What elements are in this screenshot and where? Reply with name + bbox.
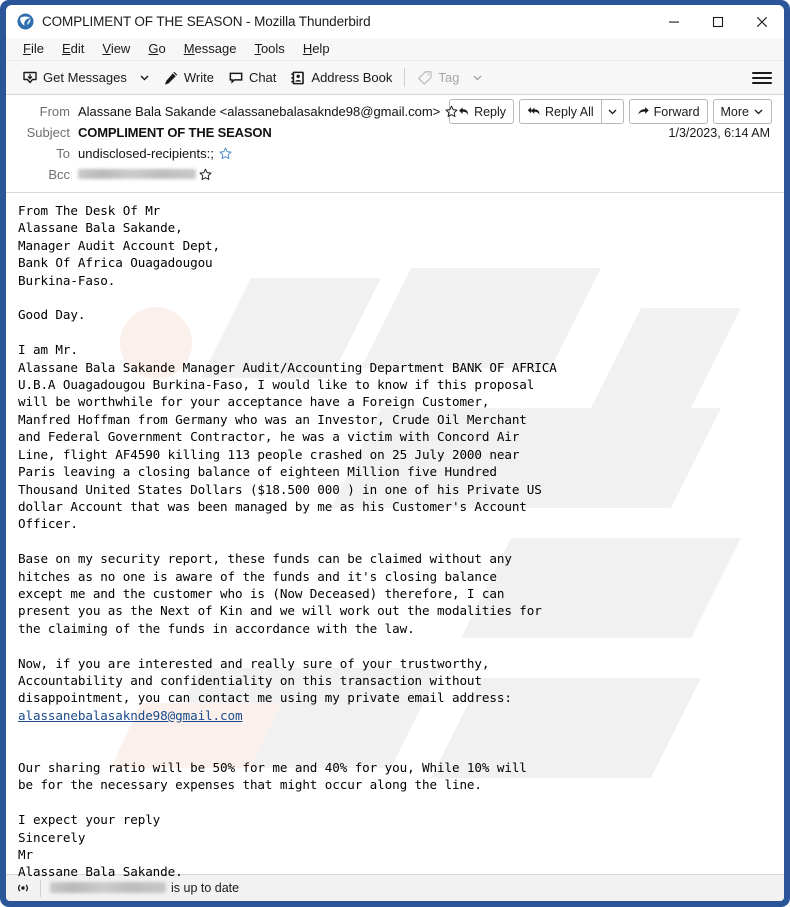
menu-item-file[interactable]: FFileile [14,38,53,60]
tag-icon [417,70,433,86]
header-row-bcc: Bcc [6,164,784,185]
message-body-pane[interactable]: From The Desk Of Mr Alassane Bala Sakand… [6,193,784,896]
from-value[interactable]: Alassane Bala Sakande <alassanebalasaknd… [78,104,440,119]
hamburger-menu-icon[interactable] [752,68,772,88]
to-label: To [56,146,70,161]
chevron-down-icon [140,75,149,81]
close-icon[interactable] [740,5,784,38]
body-text-part-2: Our sharing ratio will be 50% for me and… [18,760,527,880]
bcc-label: Bcc [48,167,70,182]
message-date: 1/3/2023, 6:14 AM [668,125,770,140]
star-icon[interactable] [445,105,458,118]
title-bar: COMPLIMENT OF THE SEASON - Mozilla Thund… [6,5,784,38]
header-row-subject: Subject COMPLIMENT OF THE SEASON 1/3/202… [6,122,784,143]
status-message: is up to date [50,881,239,895]
window-controls [652,5,784,38]
subject-value: COMPLIMENT OF THE SEASON [78,125,272,140]
email-body-text: From The Desk Of Mr Alassane Bala Sakand… [18,202,784,881]
minimize-icon[interactable] [652,5,696,38]
contact-email-link[interactable]: alassanebalasaknde98@gmail.com [18,708,243,723]
status-account-redacted [50,881,166,893]
chat-label: Chat [248,70,277,85]
menu-item-edit[interactable]: Edit [53,38,93,60]
broadcast-icon [6,880,40,896]
from-label: From [39,104,70,119]
star-icon[interactable] [219,147,232,160]
application-window: COMPLIMENT OF THE SEASON - Mozilla Thund… [0,0,790,907]
chevron-down-icon [473,75,482,81]
tag-dropdown[interactable] [466,65,488,91]
menu-item-help[interactable]: Help [294,38,339,60]
header-row-from: From Alassane Bala Sakande <alassanebala… [6,101,784,122]
pencil-icon [163,70,179,86]
menu-item-view[interactable]: View [93,38,139,60]
address-book-label: Address Book [311,70,393,85]
subject-label: Subject [26,125,70,140]
download-inbox-icon [22,70,38,86]
get-messages-dropdown[interactable] [134,65,156,91]
main-toolbar: Get Messages Write Chat Address Book Tag [6,61,784,95]
message-header-pane: Reply Reply All Forward More From Alassa… [6,95,784,193]
to-value[interactable]: undisclosed-recipients:; [78,146,214,161]
body-text-part-1: From The Desk Of Mr Alassane Bala Sakand… [18,203,557,706]
address-book-button[interactable]: Address Book [283,65,399,91]
thunderbird-logo-icon [17,13,34,30]
chat-bubble-icon [228,70,244,86]
chat-button[interactable]: Chat [221,65,283,91]
star-icon[interactable] [199,168,212,181]
menu-item-go[interactable]: Go [139,38,174,60]
menu-item-message[interactable]: Message [175,38,246,60]
toolbar-separator [404,68,406,87]
window-title: COMPLIMENT OF THE SEASON - Mozilla Thund… [42,14,371,29]
get-messages-button[interactable]: Get Messages [15,65,134,91]
status-separator [40,879,41,897]
write-label: Write [183,70,214,85]
address-book-icon [290,70,306,86]
status-text-label: is up to date [171,881,240,895]
bcc-value-redacted[interactable] [78,168,196,179]
tag-label: Tag [438,70,460,85]
write-button[interactable]: Write [156,65,221,91]
menu-bar: FFileile Edit View Go Message Tools Help [6,38,784,61]
tag-button[interactable]: Tag [410,65,466,91]
menu-item-tools[interactable]: Tools [245,38,293,60]
maximize-icon[interactable] [696,5,740,38]
get-messages-label: Get Messages [43,70,127,85]
header-row-to: To undisclosed-recipients:; [6,143,784,164]
